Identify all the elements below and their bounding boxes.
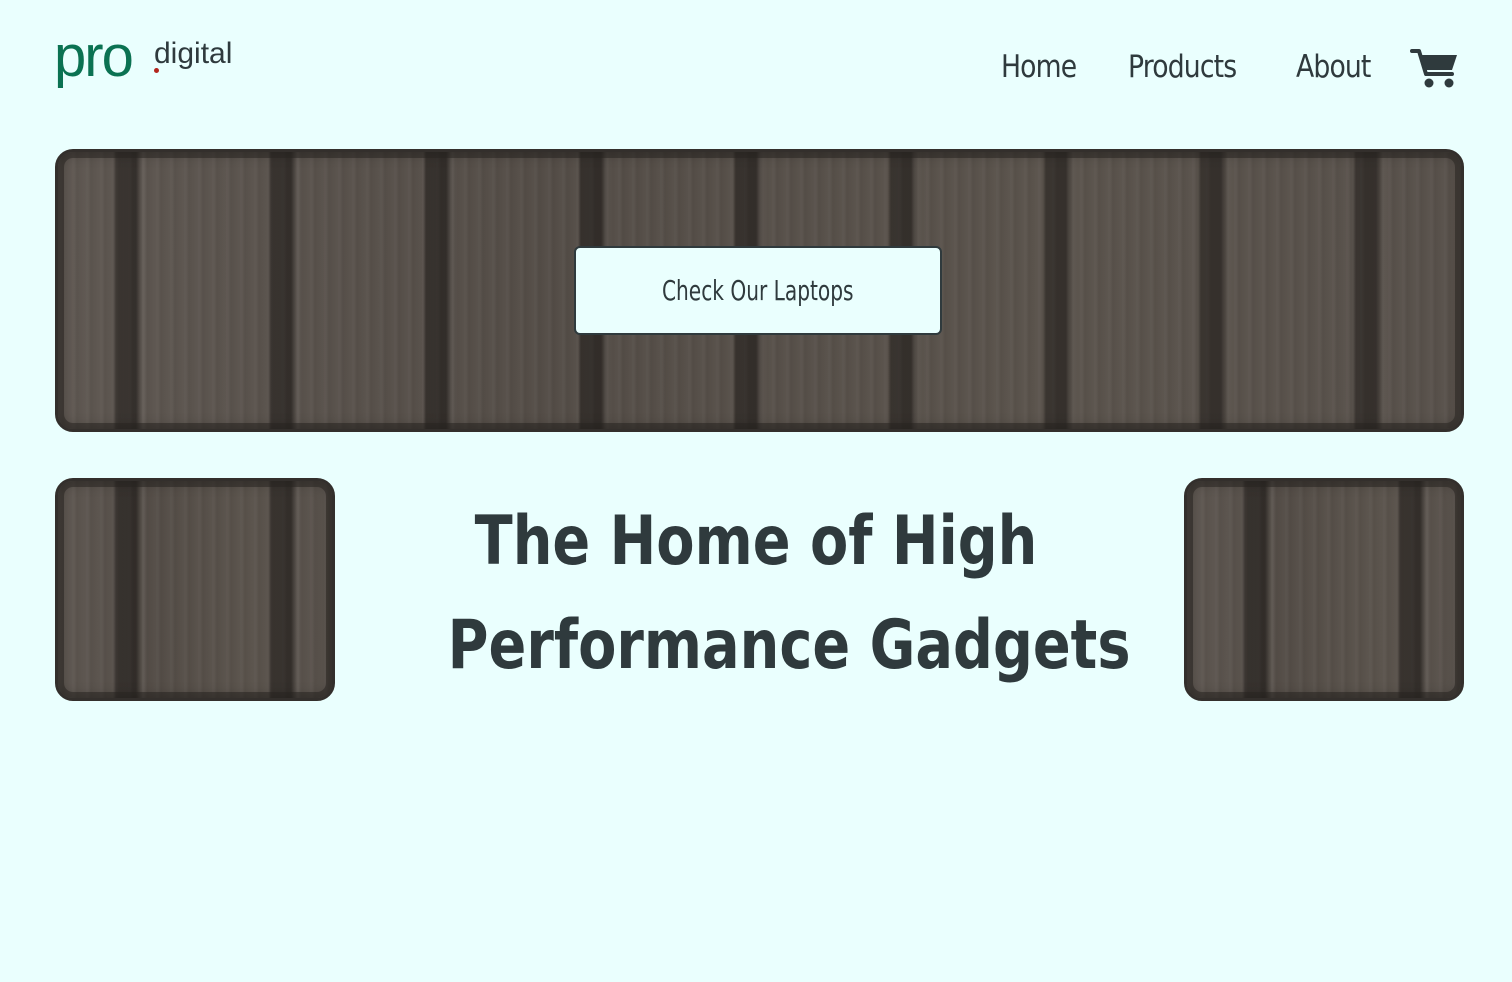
headline-line-1: The Home of High (474, 502, 1038, 581)
nav-link-about[interactable]: About (1296, 44, 1371, 90)
nav-link-home[interactable]: Home (1001, 44, 1077, 90)
nav-link-products[interactable]: Products (1128, 44, 1237, 90)
check-laptops-button[interactable]: Check Our Laptops (574, 246, 942, 335)
right-feature-image (1184, 478, 1464, 701)
logo-secondary-text: digital (154, 37, 233, 70)
brand-logo[interactable]: pro digital (54, 28, 254, 100)
logo-primary-text: pro (54, 24, 134, 89)
page-headline: The Home of High Performance Gadgets (380, 490, 1132, 698)
left-feature-image (55, 478, 335, 701)
shopping-cart-icon[interactable] (1410, 46, 1460, 90)
check-laptops-label: Check Our Laptops (662, 274, 854, 307)
hero-banner: Check Our Laptops (55, 149, 1464, 432)
headline-line-2: Performance Gadgets (447, 606, 1131, 685)
